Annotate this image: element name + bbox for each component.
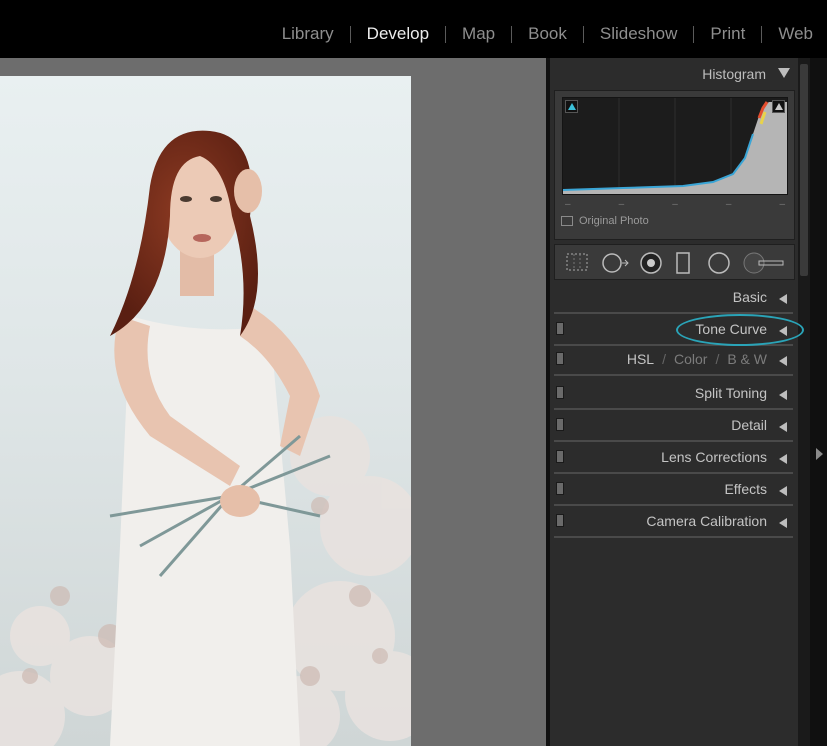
effects-label: Effects [724,481,767,497]
detail-label: Detail [731,417,767,433]
photo-image [0,76,411,746]
readout-dash: – [565,199,571,210]
adjustment-brush-icon[interactable] [743,252,785,274]
tone-curve-highlight-ring [676,314,804,346]
module-print[interactable]: Print [710,24,745,44]
expand-arrow-icon [779,454,787,464]
expand-arrow-icon [779,294,787,304]
expand-arrow-icon [779,390,787,400]
tab-bw[interactable]: B & W [727,351,767,367]
graduated-filter-icon[interactable] [675,252,691,274]
photo-canvas[interactable] [0,58,546,746]
panel-divider-line [554,374,793,376]
panel-toggle-switch[interactable] [556,514,564,527]
module-library[interactable]: Library [282,24,334,44]
panel-divider-line [554,536,793,538]
panel-divider-line [554,440,793,442]
module-separator [511,25,513,43]
panel-scrollbar-thumb[interactable] [800,64,808,276]
module-separator [582,25,584,43]
expand-arrow-icon [779,486,787,496]
hsl-tabs: HSL / Color / B & W [626,351,767,367]
module-develop[interactable]: Develop [367,24,429,44]
right-edge-strip[interactable] [810,58,827,746]
histogram-panel: – – – – – Original Photo [554,90,795,240]
module-picker-bar: Library Develop Map Book Slideshow Print… [0,0,827,58]
spot-removal-icon[interactable] [601,252,631,274]
basic-panel-header[interactable]: Basic [554,284,793,314]
histogram-header[interactable]: Histogram [550,58,798,88]
histogram-curve [562,98,787,194]
collapse-triangle-icon[interactable] [778,68,790,78]
panel-divider-line [554,408,793,410]
module-book[interactable]: Book [528,24,567,44]
hide-panel-arrow-icon[interactable] [816,448,823,460]
panel-toggle-switch[interactable] [556,450,564,463]
histogram-graph[interactable] [562,97,788,195]
histogram-readout: – – – – – [565,199,785,210]
module-separator [693,25,695,43]
expand-arrow-icon [779,422,787,432]
panel-toggle-switch[interactable] [556,322,564,335]
shadow-clipping-toggle[interactable] [565,100,578,113]
lens-corrections-label: Lens Corrections [661,449,767,465]
panel-toggle-switch[interactable] [556,482,564,495]
split-toning-panel-header[interactable]: Split Toning [554,380,793,410]
basic-label: Basic [732,289,767,305]
camera-calibration-label: Camera Calibration [646,513,767,529]
detail-panel-header[interactable]: Detail [554,412,793,442]
tab-color[interactable]: Color [674,351,707,367]
panel-toggle-switch[interactable] [556,352,564,365]
original-photo-label: Original Photo [579,215,649,227]
readout-dash: – [725,199,732,210]
tool-strip [554,244,795,280]
camera-calibration-panel-header[interactable]: Camera Calibration [554,508,793,538]
tab-hsl[interactable]: HSL [627,351,654,367]
panel-toggle-switch[interactable] [556,418,564,431]
hsl-panel-header[interactable]: HSL / Color / B & W [554,346,793,376]
develop-right-panel: Histogram – – – – – Original Photo Basic… [550,58,798,746]
red-eye-icon[interactable] [639,252,663,274]
module-separator [445,25,447,43]
readout-dash: – [672,199,678,210]
highlight-clip-icon [775,103,783,110]
expand-arrow-icon [779,518,787,528]
original-photo-toggle[interactable]: Original Photo [561,215,649,227]
panel-toggle-switch[interactable] [556,386,564,399]
readout-dash: – [779,199,785,210]
panel-divider-line [554,472,793,474]
module-web[interactable]: Web [778,24,813,44]
histogram-title: Histogram [702,66,766,82]
module-map[interactable]: Map [462,24,495,44]
expand-arrow-icon [779,356,787,366]
highlight-clipping-toggle[interactable] [772,100,785,113]
split-toning-label: Split Toning [694,385,767,401]
shadow-clip-icon [568,103,576,110]
effects-panel-header[interactable]: Effects [554,476,793,506]
module-slideshow[interactable]: Slideshow [600,24,678,44]
readout-dash: – [618,199,625,210]
original-photo-checkbox[interactable] [561,216,573,226]
module-separator [761,25,763,43]
crop-overlay-icon[interactable] [565,252,589,272]
panel-divider-line [554,504,793,506]
module-separator [349,25,351,43]
module-list: Library Develop Map Book Slideshow Print… [282,24,813,44]
radial-filter-icon[interactable] [707,252,731,274]
lens-corrections-panel-header[interactable]: Lens Corrections [554,444,793,474]
photo-preview[interactable] [0,76,411,746]
